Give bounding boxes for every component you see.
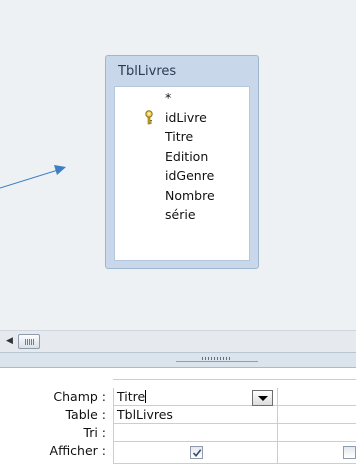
text-cursor [145, 390, 147, 403]
dropdown-arrow-icon [258, 396, 268, 401]
field-label: * [165, 90, 172, 105]
query-diagram-pane[interactable]: TblLivres * idLivre Titre Edition idGenr… [0, 0, 356, 330]
champ-value: Titre [117, 389, 146, 404]
grid-top-padding [0, 368, 356, 379]
field-item[interactable]: série [115, 205, 249, 225]
show-checkbox-2[interactable] [343, 446, 356, 459]
row-label-tri: Tri : [0, 424, 110, 442]
grid-top-border [113, 379, 356, 380]
table-title[interactable]: TblLivres [106, 56, 258, 86]
row-label-afficher: Afficher : [0, 442, 110, 460]
field-item[interactable]: * [115, 88, 249, 108]
field-item[interactable]: Edition [115, 147, 249, 167]
field-item[interactable]: Nombre [115, 186, 249, 206]
field-item[interactable]: idLivre [115, 108, 249, 128]
row-label-champ: Champ : [0, 388, 110, 406]
checkmark-icon [192, 449, 202, 458]
field-label: Edition [165, 148, 209, 164]
relationship-arrow [0, 165, 66, 189]
scrollbar-thumb[interactable] [18, 334, 40, 349]
field-item[interactable]: idGenre [115, 166, 249, 186]
field-label: série [165, 207, 196, 222]
field-label: idLivre [165, 109, 207, 125]
table-value: TblLivres [117, 407, 173, 422]
table-cell-2[interactable] [278, 406, 356, 424]
tri-cell-1[interactable] [113, 424, 278, 442]
splitter-handle[interactable] [176, 356, 258, 362]
scrollbar-grip-icon [25, 339, 34, 345]
pane-splitter[interactable] [0, 352, 356, 368]
tri-cell-2[interactable] [278, 424, 356, 442]
field-label: Titre [165, 129, 194, 144]
field-list[interactable]: * idLivre Titre Edition idGenre Nombre s… [114, 86, 250, 261]
show-checkbox-1[interactable] [190, 446, 203, 459]
row-label-table: Table : [0, 406, 110, 424]
field-label: Nombre [165, 187, 215, 203]
key-icon [145, 109, 153, 124]
table-cell-1[interactable]: TblLivres [113, 406, 278, 424]
field-label: idGenre [165, 168, 215, 183]
champ-dropdown-button[interactable] [252, 390, 273, 406]
table-field-list-window[interactable]: TblLivres * idLivre Titre Edition idGenr… [105, 55, 259, 269]
scroll-left-arrow-icon[interactable]: ◀ [6, 336, 13, 346]
field-item[interactable]: Titre [115, 127, 249, 147]
horizontal-scrollbar[interactable]: ◀ [0, 330, 356, 352]
champ-cell-2[interactable] [278, 388, 356, 406]
